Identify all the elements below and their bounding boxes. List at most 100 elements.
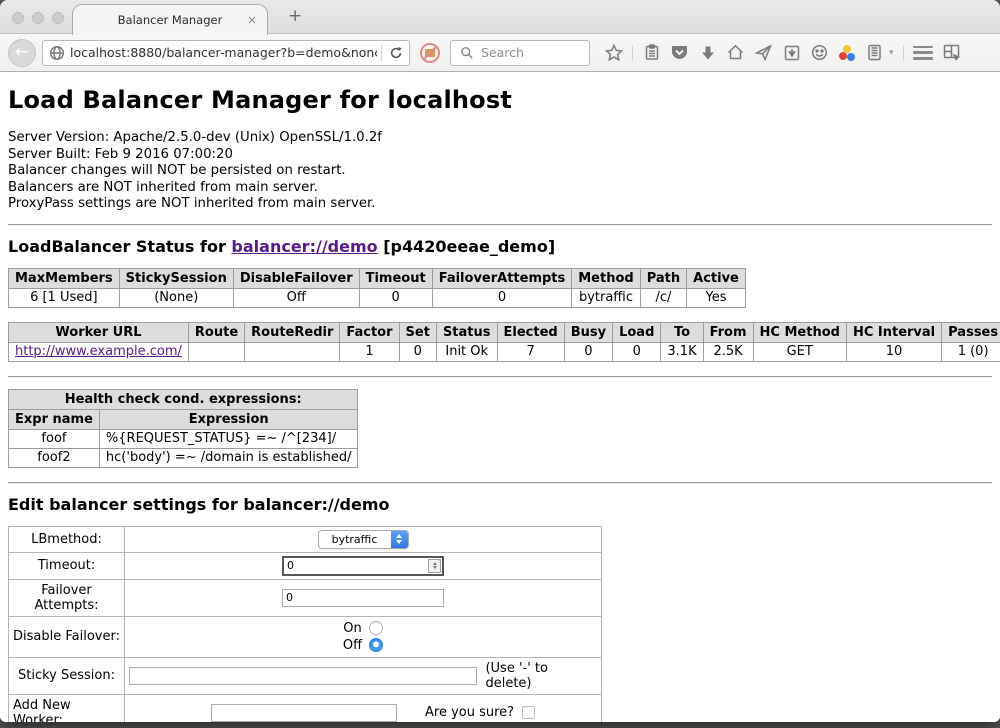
lbmethod-select[interactable]: bytraffic [318, 530, 409, 549]
home-icon[interactable] [726, 43, 745, 62]
number-spinner-icon[interactable] [428, 559, 441, 573]
form-row-add-worker: Add New Worker: Are you sure? [9, 694, 602, 722]
failover-attempts-input[interactable] [282, 589, 444, 607]
tile-tabs-icon[interactable] [942, 43, 961, 62]
server-built-line: Server Built: Feb 9 2016 07:00:20 [8, 147, 992, 164]
form-row-lbmethod: LBmethod: bytraffic [9, 526, 602, 552]
cell-routeredir [245, 342, 340, 361]
tab-title: Balancer Manager [118, 13, 223, 27]
reload-icon[interactable] [386, 43, 405, 62]
forum-smiley-icon[interactable] [810, 43, 829, 62]
cell-load: 0 [613, 342, 661, 361]
tab-balancer-manager[interactable]: Balancer Manager × [72, 4, 268, 35]
health-table-title: Health check cond. expressions: [9, 389, 358, 409]
tab-close-icon[interactable]: × [247, 13, 257, 27]
browser-window: Balancer Manager × + ← localhost:8880/ba… [0, 0, 1000, 722]
add-worker-label: Add New Worker: [9, 694, 125, 722]
col-worker-url: Worker URL [9, 322, 189, 342]
col-expression: Expression [99, 409, 358, 429]
balancer-data-row: 6 [1 Used] (None) Off 0 0 bytraffic /c/ … [9, 288, 746, 307]
urlbar-separator [381, 45, 382, 61]
close-window-button[interactable] [12, 12, 24, 24]
col-disablefailover: DisableFailover [233, 268, 359, 288]
url-bar[interactable]: localhost:8880/balancer-manager?b=demo&n… [42, 40, 410, 66]
col-passes: Passes [942, 322, 1000, 342]
radio-on[interactable] [369, 621, 383, 635]
toolbar-separator-2 [903, 45, 904, 61]
cell-expression-foof2: hc('body') =~ /domain is established/ [99, 448, 358, 467]
col-to: To [661, 322, 703, 342]
new-tab-button[interactable]: + [280, 6, 310, 26]
col-busy: Busy [564, 322, 612, 342]
zoom-window-button[interactable] [52, 12, 64, 24]
cell-hc-method: GET [753, 342, 846, 361]
toolbar-icons: ▾ [604, 43, 961, 62]
form-row-disable-failover: Disable Failover: On Off [9, 616, 602, 657]
edit-settings-heading: Edit balancer settings for balancer://de… [8, 495, 992, 514]
cell-method: bytraffic [572, 288, 640, 307]
worker-url-link[interactable]: http://www.example.com/ [15, 344, 182, 359]
save-to-pocket-square-icon[interactable] [782, 43, 801, 62]
balancer-header-row: MaxMembers StickySession DisableFailover… [9, 268, 746, 288]
pocket-icon[interactable] [670, 43, 689, 62]
timeout-input-wrap [282, 556, 444, 576]
health-header-row: Expr name Expression [9, 409, 358, 429]
divider-1 [8, 224, 992, 226]
divider-3 [8, 482, 992, 484]
server-version-line: Server Version: Apache/2.5.0-dev (Unix) … [8, 130, 992, 147]
send-plane-icon[interactable] [754, 43, 773, 62]
content-blocked-icon[interactable] [420, 43, 440, 63]
cell-route [188, 342, 244, 361]
cell-from: 2.5K [703, 342, 753, 361]
timeout-input[interactable] [284, 559, 428, 572]
col-expr-name: Expr name [9, 409, 100, 429]
col-status: Status [436, 322, 497, 342]
col-path: Path [640, 268, 686, 288]
reading-list-icon[interactable] [642, 43, 661, 62]
search-bar[interactable]: Search [450, 40, 590, 66]
hamburger-menu-icon[interactable] [913, 46, 933, 60]
col-factor: Factor [340, 322, 399, 342]
back-button[interactable]: ← [8, 39, 36, 67]
download-icon[interactable] [698, 43, 717, 62]
col-maxmembers: MaxMembers [9, 268, 120, 288]
select-stepper-icon[interactable] [391, 530, 408, 549]
sticky-session-input[interactable] [129, 667, 477, 685]
tab-bar: Balancer Manager × + [0, 0, 1000, 34]
are-you-sure-label: Are you sure? [425, 705, 514, 720]
minimize-window-button[interactable] [32, 12, 44, 24]
lbmethod-label: LBmethod: [9, 526, 125, 552]
status-heading-prefix: LoadBalancer Status for [8, 237, 231, 256]
worker-data-row: http://www.example.com/ 1 0 Init Ok 7 0 … [9, 342, 1000, 361]
cell-expr-name-foof2: foof2 [9, 448, 100, 467]
bookmark-star-icon[interactable] [604, 43, 623, 62]
navigation-toolbar: ← localhost:8880/balancer-manager?b=demo… [0, 34, 1000, 72]
col-hc-method: HC Method [753, 322, 846, 342]
add-worker-input[interactable] [211, 704, 397, 722]
cell-active: Yes [687, 288, 746, 307]
url-text[interactable]: localhost:8880/balancer-manager?b=demo&n… [70, 45, 377, 60]
responsive-dropdown-caret[interactable]: ▾ [889, 48, 894, 58]
cell-status: Init Ok [436, 342, 497, 361]
col-route: Route [188, 322, 244, 342]
inherit-note-line: Balancers are NOT inherited from main se… [8, 180, 992, 197]
radio-on-label: On [343, 621, 361, 636]
health-title-row: Health check cond. expressions: [9, 389, 358, 409]
site-identity-globe-icon[interactable] [47, 43, 66, 62]
timeout-label: Timeout: [9, 552, 125, 579]
failover-attempts-label: Failover Attempts: [9, 579, 125, 616]
responsive-tablet-icon[interactable] [865, 43, 884, 62]
col-stickysession: StickySession [119, 268, 233, 288]
are-you-sure-checkbox[interactable] [522, 706, 535, 719]
proxypass-note-line: ProxyPass settings are NOT inherited fro… [8, 196, 992, 213]
balancer-demo-link[interactable]: balancer://demo [231, 237, 377, 256]
col-active: Active [687, 268, 746, 288]
window-controls[interactable] [12, 12, 64, 24]
cell-elected: 7 [497, 342, 564, 361]
divider-2 [8, 376, 992, 378]
colors-addon-icon[interactable] [838, 44, 856, 62]
sticky-session-note: (Use '-' to delete) [485, 661, 597, 691]
cell-maxmembers: 6 [1 Used] [9, 288, 120, 307]
radio-off[interactable] [369, 638, 383, 652]
page-title: Load Balancer Manager for localhost [8, 86, 992, 114]
